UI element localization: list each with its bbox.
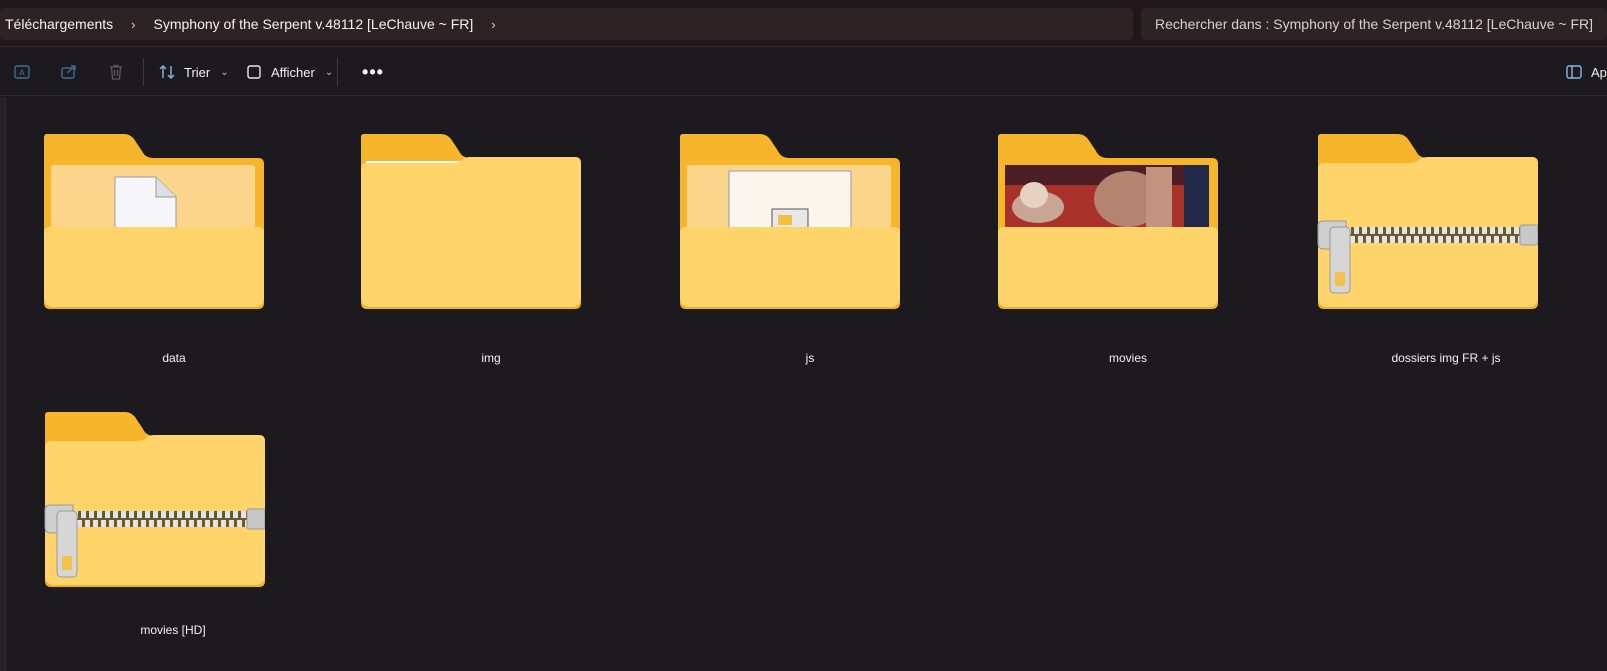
chevron-down-icon: ⌄	[220, 66, 229, 78]
file-grid: data img js movies dossiers img FR + js …	[7, 97, 1607, 671]
address-bar: Téléchargements › Symphony of the Serpen…	[0, 0, 1607, 47]
chevron-right-icon[interactable]: ›	[479, 17, 507, 32]
delete-icon[interactable]	[104, 60, 128, 84]
zip-folder-item[interactable]: movies [HD]	[43, 405, 303, 671]
sort-button[interactable]: Trier ⌄	[158, 58, 229, 86]
svg-text:A: A	[19, 69, 25, 78]
navigation-pane-edge[interactable]	[0, 97, 6, 671]
preview-pane-button[interactable]: Aperçu	[1565, 58, 1607, 86]
folder-name: data	[162, 351, 186, 365]
toolbar-divider	[337, 58, 338, 86]
share-icon[interactable]	[57, 60, 81, 84]
folder-with-file-icon	[680, 134, 900, 309]
folder-name: js	[805, 351, 815, 365]
preview-pane-icon	[1566, 65, 1582, 79]
folder-name: dossiers img FR + js	[1391, 351, 1501, 365]
command-bar: A Trier ⌄ Afficher ⌄ ••• Aperçu	[0, 48, 1607, 96]
breadcrumb-item-downloads[interactable]: Téléchargements	[0, 16, 119, 32]
folder-with-image-icon	[998, 134, 1218, 309]
folder-item[interactable]: img	[361, 127, 621, 397]
folder-item[interactable]: data	[44, 127, 304, 397]
zip-folder-icon	[1317, 134, 1538, 309]
zip-folder-icon	[44, 412, 265, 587]
preview-label: Aperçu	[1591, 64, 1607, 80]
more-options-button[interactable]: •••	[361, 60, 385, 84]
folder-with-document-icon	[44, 134, 264, 309]
zip-folder-item[interactable]: dossiers img FR + js	[1316, 127, 1576, 397]
folder-name: movies [HD]	[140, 623, 206, 637]
chevron-down-icon: ⌄	[324, 66, 334, 78]
chevron-right-icon[interactable]: ›	[119, 17, 147, 32]
breadcrumb-item-current-folder[interactable]: Symphony of the Serpent v.48112 [LeChauv…	[148, 16, 480, 32]
sort-icon	[159, 65, 175, 79]
toolbar-divider	[143, 58, 144, 86]
breadcrumb[interactable]: Téléchargements › Symphony of the Serpen…	[0, 8, 1133, 40]
folder-name: movies	[1108, 351, 1147, 365]
rename-icon[interactable]: A	[10, 60, 34, 84]
sort-label: Trier	[184, 64, 211, 80]
folder-name: img	[481, 351, 501, 365]
folder-item[interactable]: movies	[998, 127, 1258, 397]
search-input[interactable]: Rechercher dans : Symphony of the Serpen…	[1141, 8, 1607, 40]
search-placeholder: Rechercher dans : Symphony of the Serpen…	[1155, 16, 1594, 32]
view-label: Afficher	[271, 64, 315, 80]
folder-icon	[361, 134, 581, 309]
folder-item[interactable]: js	[680, 127, 940, 397]
view-icon	[247, 65, 261, 79]
view-button[interactable]: Afficher ⌄	[245, 58, 333, 86]
